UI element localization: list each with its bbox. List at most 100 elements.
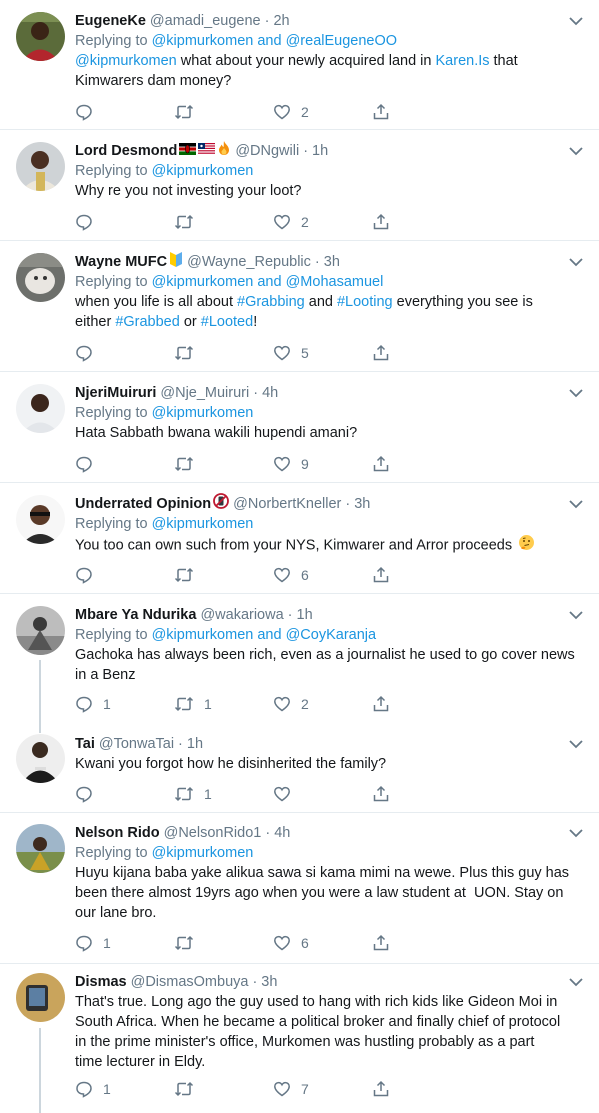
avatar[interactable] bbox=[16, 142, 65, 191]
timestamp[interactable]: 3h bbox=[324, 252, 340, 272]
reply-button[interactable] bbox=[75, 343, 103, 363]
retweet-button[interactable] bbox=[174, 454, 204, 474]
tweet[interactable]: NjeriMuiruri @Nje_Muiruri · 4h Replying … bbox=[0, 372, 599, 483]
hashtag-link[interactable]: #Looted bbox=[201, 314, 253, 330]
timestamp[interactable]: 4h bbox=[274, 823, 290, 843]
replying-mentions[interactable]: @kipmurkomen and @CoyKaranja bbox=[152, 627, 376, 643]
chevron-down-icon[interactable] bbox=[569, 257, 583, 267]
like-button[interactable]: 7 bbox=[273, 1079, 309, 1099]
like-button[interactable]: 9 bbox=[273, 454, 309, 474]
user-handle[interactable]: @NelsonRido1 bbox=[164, 823, 262, 843]
user-handle[interactable]: @wakariowa bbox=[200, 605, 283, 625]
retweet-button[interactable] bbox=[174, 1079, 204, 1099]
avatar[interactable] bbox=[16, 384, 65, 433]
reply-button[interactable] bbox=[75, 565, 103, 585]
share-button[interactable] bbox=[372, 212, 390, 232]
user-handle[interactable]: @DismasOmbuya bbox=[131, 972, 249, 992]
reply-button[interactable] bbox=[75, 454, 103, 474]
user-handle[interactable]: @amadi_eugene bbox=[150, 11, 261, 31]
display-name[interactable]: EugeneKe bbox=[75, 11, 146, 31]
share-button[interactable] bbox=[372, 933, 390, 953]
replying-mentions[interactable]: @kipmurkomen bbox=[152, 163, 254, 179]
display-name[interactable]: NjeriMuiruri bbox=[75, 383, 156, 403]
replying-mentions[interactable]: @kipmurkomen bbox=[152, 845, 254, 861]
replying-mentions[interactable]: @kipmurkomen bbox=[152, 405, 254, 421]
share-button[interactable] bbox=[372, 694, 390, 714]
timestamp[interactable]: 2h bbox=[273, 11, 289, 31]
chevron-down-icon[interactable] bbox=[569, 739, 583, 749]
share-button[interactable] bbox=[372, 565, 390, 585]
user-handle[interactable]: @Wayne_Republic bbox=[187, 252, 311, 272]
reply-button[interactable] bbox=[75, 784, 103, 804]
avatar[interactable] bbox=[16, 973, 65, 1022]
timestamp[interactable]: 3h bbox=[354, 494, 370, 514]
like-button[interactable]: 2 bbox=[273, 102, 309, 122]
inline-link[interactable]: Karen.Is bbox=[436, 53, 490, 69]
share-button[interactable] bbox=[372, 784, 390, 804]
timestamp[interactable]: 1h bbox=[297, 605, 313, 625]
like-button[interactable]: 2 bbox=[273, 694, 309, 714]
share-button[interactable] bbox=[372, 343, 390, 363]
reply-button[interactable]: 1 bbox=[75, 694, 111, 714]
timestamp[interactable]: 1h bbox=[187, 734, 203, 754]
tweet[interactable]: EugeneKe @amadi_eugene · 2h Replying to … bbox=[0, 0, 599, 130]
user-handle[interactable]: @NorbertKneller bbox=[233, 494, 341, 514]
hashtag-link[interactable]: #Grabbing bbox=[237, 294, 305, 310]
display-name[interactable]: Underrated Opinion bbox=[75, 494, 211, 514]
chevron-down-icon[interactable] bbox=[569, 828, 583, 838]
retweet-button[interactable] bbox=[174, 343, 204, 363]
tweet[interactable]: Lord Desmond @DNgwili · 1h Replying to @… bbox=[0, 130, 599, 241]
avatar[interactable] bbox=[16, 253, 65, 302]
like-button[interactable]: 2 bbox=[273, 212, 309, 232]
timestamp[interactable]: 4h bbox=[262, 383, 278, 403]
display-name[interactable]: Dismas bbox=[75, 972, 127, 992]
avatar[interactable] bbox=[16, 824, 65, 873]
replying-mentions[interactable]: @kipmurkomen bbox=[152, 516, 254, 532]
avatar[interactable] bbox=[16, 495, 65, 544]
user-handle[interactable]: @DNgwili bbox=[235, 141, 299, 161]
replying-mentions[interactable]: @kipmurkomen and @Mohasamuel bbox=[152, 274, 384, 290]
chevron-down-icon[interactable] bbox=[569, 146, 583, 156]
avatar[interactable] bbox=[16, 606, 65, 655]
avatar[interactable] bbox=[16, 734, 65, 783]
like-button[interactable]: 6 bbox=[273, 933, 309, 953]
display-name[interactable]: Mbare Ya Ndurika bbox=[75, 605, 196, 625]
chevron-down-icon[interactable] bbox=[569, 610, 583, 620]
reply-button[interactable]: 1 bbox=[75, 1079, 111, 1099]
chevron-down-icon[interactable] bbox=[569, 388, 583, 398]
tweet[interactable]: Nelson Rido @NelsonRido1 · 4h Replying t… bbox=[0, 813, 599, 964]
retweet-button[interactable] bbox=[174, 212, 204, 232]
retweet-button[interactable] bbox=[174, 565, 204, 585]
retweet-button[interactable]: 1 bbox=[174, 784, 212, 804]
share-button[interactable] bbox=[372, 1079, 390, 1099]
timestamp[interactable]: 3h bbox=[261, 972, 277, 992]
mention-link[interactable]: @kipmurkomen bbox=[75, 53, 177, 69]
reply-button[interactable] bbox=[75, 102, 103, 122]
display-name[interactable]: Nelson Rido bbox=[75, 823, 160, 843]
like-button[interactable]: 5 bbox=[273, 343, 309, 363]
share-button[interactable] bbox=[372, 102, 390, 122]
like-button[interactable] bbox=[273, 784, 301, 804]
like-button[interactable]: 6 bbox=[273, 565, 309, 585]
tweet[interactable]: Dismas @DismasOmbuya · 3h That's true. L… bbox=[0, 964, 599, 1113]
timestamp[interactable]: 1h bbox=[312, 141, 328, 161]
retweet-button[interactable] bbox=[174, 933, 204, 953]
display-name[interactable]: Tai bbox=[75, 734, 95, 754]
reply-button[interactable] bbox=[75, 212, 103, 232]
replying-mentions[interactable]: @kipmurkomen and @realEugeneOO bbox=[152, 33, 397, 49]
chevron-down-icon[interactable] bbox=[569, 977, 583, 987]
share-button[interactable] bbox=[372, 454, 390, 474]
retweet-button[interactable] bbox=[174, 102, 204, 122]
tweet[interactable]: Mbare Ya Ndurika @wakariowa · 1h Replyin… bbox=[0, 594, 599, 725]
chevron-down-icon[interactable] bbox=[569, 499, 583, 509]
user-handle[interactable]: @Nje_Muiruri bbox=[160, 383, 249, 403]
tweet[interactable]: Tai @TonwaTai · 1h Kwani you forgot how … bbox=[0, 725, 599, 813]
hashtag-link[interactable]: #Looting bbox=[337, 294, 393, 310]
avatar[interactable] bbox=[16, 12, 65, 61]
tweet[interactable]: Wayne MUFC @Wayne_Republic · 3h Replying… bbox=[0, 241, 599, 372]
tweet[interactable]: Underrated Opinion @NorbertKneller · 3h … bbox=[0, 483, 599, 594]
reply-button[interactable]: 1 bbox=[75, 933, 111, 953]
user-handle[interactable]: @TonwaTai bbox=[99, 734, 174, 754]
display-name[interactable]: Lord Desmond bbox=[75, 141, 177, 161]
display-name[interactable]: Wayne MUFC bbox=[75, 252, 167, 272]
